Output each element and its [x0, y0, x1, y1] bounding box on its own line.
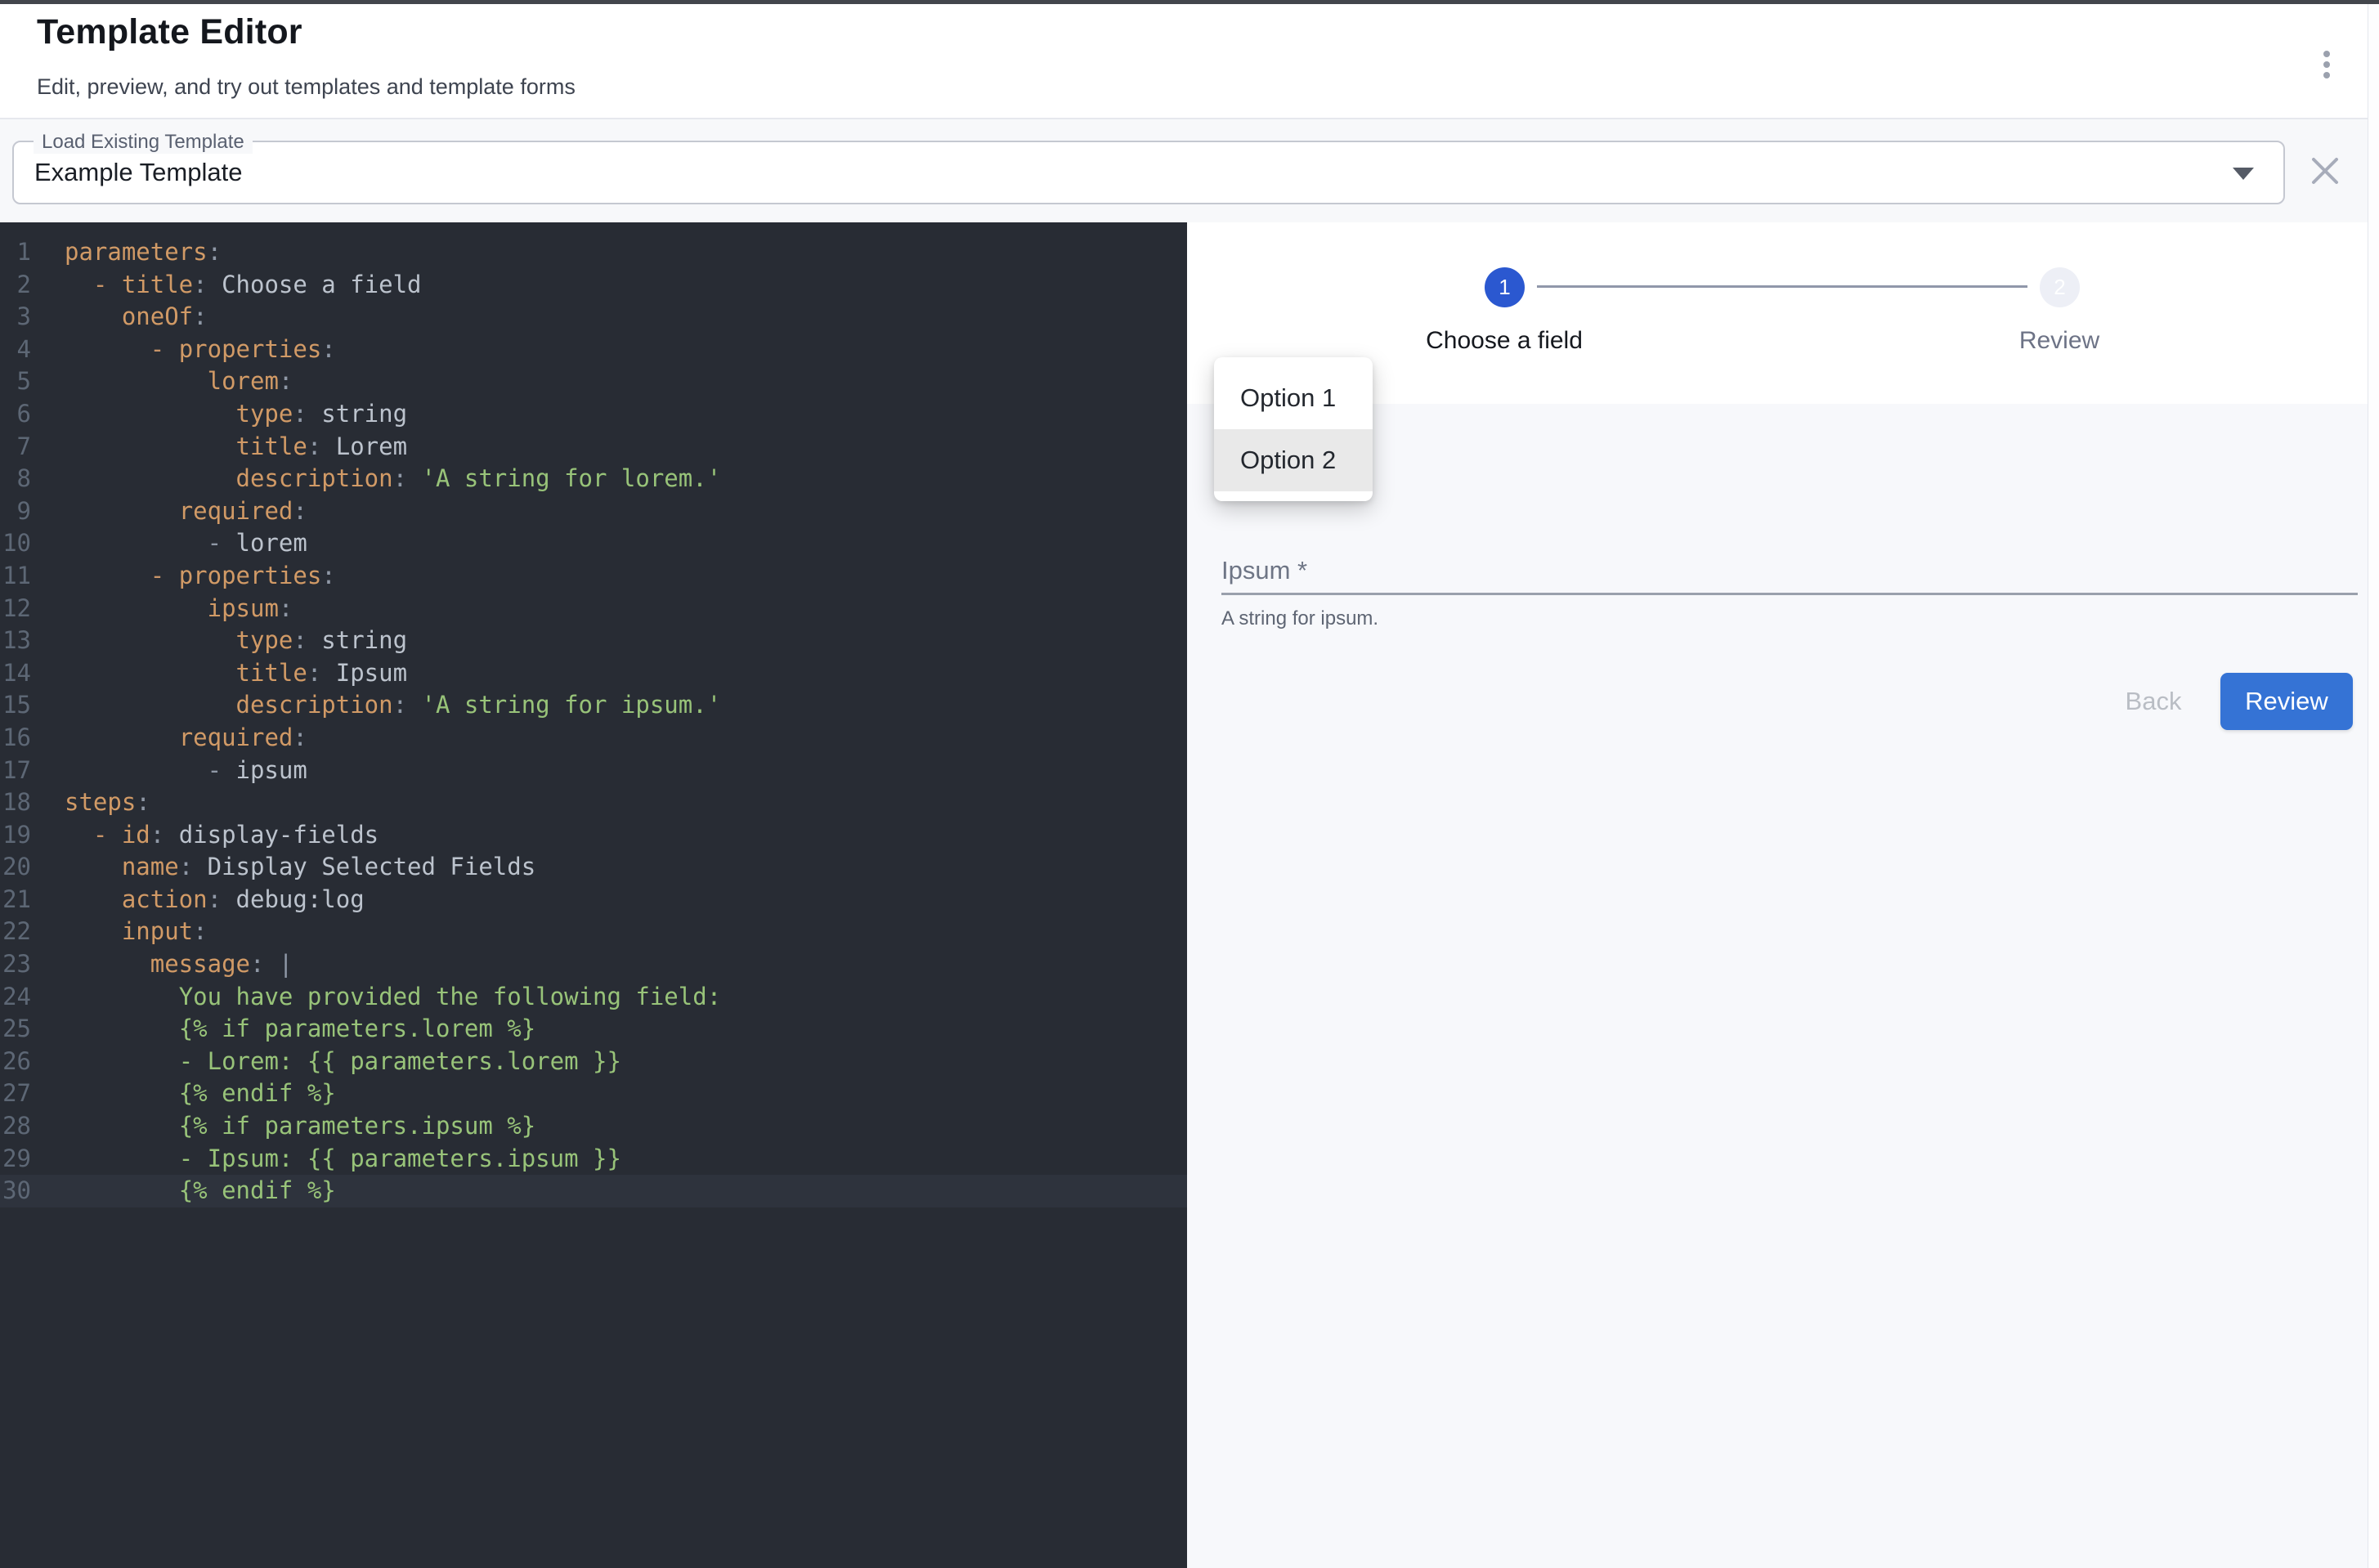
code-line[interactable]: 14 title: Ipsum [0, 657, 1187, 690]
step-2-label: Review [2019, 327, 2099, 355]
step-2-indicator: 2 [2040, 267, 2080, 307]
code-line[interactable]: 7 title: Lorem [0, 431, 1187, 464]
code-line[interactable]: 10 - lorem [0, 527, 1187, 560]
step-1-label: Choose a field [1426, 327, 1583, 355]
back-button[interactable]: Back [2104, 679, 2202, 724]
page-title: Template Editor [37, 12, 302, 52]
code-line[interactable]: 16 required: [0, 722, 1187, 755]
template-select-value: Example Template [34, 142, 242, 203]
code-line[interactable]: 1parameters: [0, 236, 1187, 269]
kebab-menu-icon [2323, 51, 2330, 57]
field-options-menu: Option 1 Option 2 [1214, 357, 1373, 501]
code-line[interactable]: 4 - properties: [0, 334, 1187, 366]
ipsum-field-helper: A string for ipsum. [1221, 607, 1378, 630]
code-editor[interactable]: 1parameters:2 - title: Choose a field3 o… [0, 222, 1187, 1568]
code-line[interactable]: 12 ipsum: [0, 593, 1187, 625]
code-line[interactable]: 9 required: [0, 495, 1187, 528]
code-line[interactable]: 24 You have provided the following field… [0, 981, 1187, 1014]
ipsum-input[interactable] [1221, 567, 2358, 595]
code-line[interactable]: 28 {% if parameters.ipsum %} [0, 1110, 1187, 1143]
code-lines: 1parameters:2 - title: Choose a field3 o… [0, 236, 1187, 1207]
step-connector-line [1537, 285, 2027, 288]
scrollbar-gutter[interactable] [2368, 4, 2379, 1568]
code-line[interactable]: 6 type: string [0, 398, 1187, 431]
kebab-menu-button[interactable] [2304, 38, 2350, 91]
code-line[interactable]: 25 {% if parameters.lorem %} [0, 1013, 1187, 1046]
page-header: Template Editor Edit, preview, and try o… [0, 4, 2379, 119]
code-line[interactable]: 19 - id: display-fields [0, 819, 1187, 852]
page-subtitle: Edit, preview, and try out templates and… [37, 74, 576, 100]
clear-template-button[interactable] [2305, 151, 2345, 190]
review-button[interactable]: Review [2220, 673, 2353, 730]
code-line[interactable]: 29 - Ipsum: {{ parameters.ipsum }} [0, 1143, 1187, 1176]
code-line[interactable]: 26 - Lorem: {{ parameters.lorem }} [0, 1046, 1187, 1078]
code-line[interactable]: 2 - title: Choose a field [0, 269, 1187, 302]
code-line[interactable]: 13 type: string [0, 625, 1187, 657]
code-line[interactable]: 20 name: Display Selected Fields [0, 851, 1187, 884]
step-2-number: 2 [2054, 275, 2065, 300]
code-line[interactable]: 22 input: [0, 916, 1187, 948]
step-1-indicator: 1 [1485, 267, 1525, 307]
code-line[interactable]: 8 description: 'A string for lorem.' [0, 463, 1187, 495]
code-line[interactable]: 23 message: | [0, 948, 1187, 981]
code-line[interactable]: 21 action: debug:log [0, 884, 1187, 916]
template-select[interactable]: Load Existing Template Example Template [12, 141, 2285, 204]
code-line[interactable]: 3 oneOf: [0, 301, 1187, 334]
code-line[interactable]: 5 lorem: [0, 365, 1187, 398]
menu-item-option-2[interactable]: Option 2 [1214, 429, 1373, 491]
code-line[interactable]: 30 {% endif %} [0, 1175, 1187, 1207]
menu-item-option-1[interactable]: Option 1 [1214, 367, 1373, 429]
code-line[interactable]: 15 description: 'A string for ipsum.' [0, 689, 1187, 722]
code-line[interactable]: 27 {% endif %} [0, 1077, 1187, 1110]
step-1-number: 1 [1499, 275, 1510, 300]
code-line[interactable]: 18steps: [0, 786, 1187, 819]
template-loader-section: Load Existing Template Example Template [0, 119, 2379, 222]
code-line[interactable]: 11 - properties: [0, 560, 1187, 593]
wizard-form-panel: Ipsum * A string for ipsum. Back Review [1187, 404, 2368, 1568]
close-icon [2305, 151, 2345, 190]
caret-down-icon [2233, 168, 2254, 180]
code-line[interactable]: 17 - ipsum [0, 755, 1187, 787]
